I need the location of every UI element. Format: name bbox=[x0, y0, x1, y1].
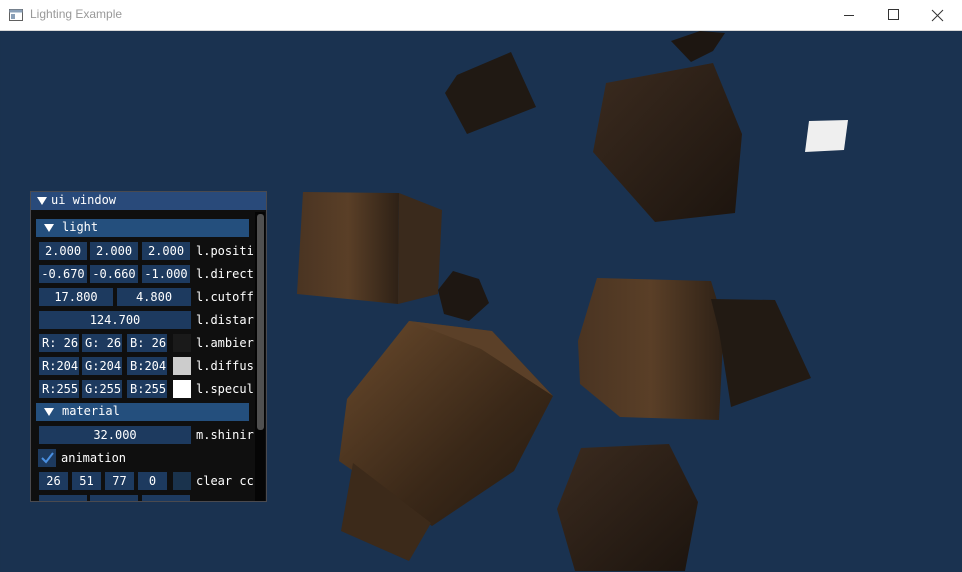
maximize-button[interactable] bbox=[870, 0, 916, 31]
crate-cube bbox=[297, 192, 399, 304]
position-z-input[interactable]: 2.000 bbox=[142, 242, 190, 260]
ambient-r-input[interactable]: R: 26 bbox=[39, 334, 79, 352]
specular-b-input[interactable]: B:255 bbox=[127, 380, 167, 398]
render-viewport[interactable]: ui window light 2.000 2.000 2.000 l.posi… bbox=[1, 31, 961, 571]
scrollbar-thumb[interactable] bbox=[257, 214, 264, 430]
crate-cube bbox=[711, 299, 811, 407]
cutoff-label: l.cutoff bbox=[196, 290, 254, 304]
cutoff-inner-input[interactable]: 17.800 bbox=[39, 288, 113, 306]
collapse-arrow-icon bbox=[44, 224, 54, 232]
minimize-icon bbox=[844, 15, 854, 16]
distance-label: l.distar bbox=[196, 313, 254, 327]
light-header[interactable]: light bbox=[36, 219, 249, 237]
title-bar: Lighting Example bbox=[0, 0, 962, 31]
clear-color-a-input[interactable]: 0 bbox=[138, 472, 167, 490]
app-window-icon bbox=[9, 9, 23, 21]
ambient-b-input[interactable]: B: 26 bbox=[127, 334, 167, 352]
checkmark-icon bbox=[41, 452, 54, 464]
diffuse-b-input[interactable]: B:204 bbox=[127, 357, 167, 375]
ambient-g-input[interactable]: G: 26 bbox=[82, 334, 122, 352]
crate-cube bbox=[445, 52, 536, 134]
ui-window-title: ui window bbox=[51, 193, 117, 207]
crate-cube bbox=[438, 271, 489, 321]
clear-color-swatch[interactable] bbox=[173, 472, 191, 490]
specular-color-swatch[interactable] bbox=[173, 380, 191, 398]
collapse-arrow-icon bbox=[44, 408, 54, 416]
clear-color-r-input[interactable]: 26 bbox=[39, 472, 68, 490]
ui-window[interactable]: ui window light 2.000 2.000 2.000 l.posi… bbox=[30, 191, 267, 502]
ambient-color-swatch[interactable] bbox=[173, 334, 191, 352]
shininess-input[interactable]: 32.000 bbox=[39, 426, 191, 444]
clear-color-b-input[interactable]: 77 bbox=[105, 472, 134, 490]
material-header-label: material bbox=[62, 404, 120, 418]
direction-x-input[interactable]: -0.670 bbox=[39, 265, 87, 283]
crate-cube bbox=[593, 63, 742, 222]
next-row-input[interactable] bbox=[39, 495, 87, 501]
close-button[interactable] bbox=[915, 0, 961, 31]
material-header[interactable]: material bbox=[36, 403, 249, 421]
ambient-label: l.ambier bbox=[196, 336, 254, 350]
position-label: l.positi bbox=[196, 244, 254, 258]
next-row-input[interactable] bbox=[90, 495, 138, 501]
specular-g-input[interactable]: G:255 bbox=[82, 380, 122, 398]
collapse-arrow-icon[interactable] bbox=[37, 197, 47, 205]
diffuse-color-swatch[interactable] bbox=[173, 357, 191, 375]
position-x-input[interactable]: 2.000 bbox=[39, 242, 87, 260]
light-header-label: light bbox=[62, 220, 99, 234]
cutoff-outer-input[interactable]: 4.800 bbox=[117, 288, 191, 306]
specular-r-input[interactable]: R:255 bbox=[39, 380, 79, 398]
distance-input[interactable]: 124.700 bbox=[39, 311, 191, 329]
animation-label: animation bbox=[61, 451, 127, 465]
diffuse-label: l.diffus bbox=[196, 359, 254, 373]
position-y-input[interactable]: 2.000 bbox=[90, 242, 138, 260]
specular-label: l.specul bbox=[196, 382, 254, 396]
close-icon bbox=[931, 9, 944, 22]
crate-cube bbox=[578, 278, 724, 420]
light-source-cube bbox=[805, 120, 848, 152]
minimize-button[interactable] bbox=[826, 0, 872, 31]
next-row-input[interactable] bbox=[142, 495, 190, 501]
crate-cube bbox=[557, 444, 698, 571]
ui-window-titlebar[interactable]: ui window bbox=[31, 192, 266, 210]
crate-cube bbox=[398, 193, 442, 304]
diffuse-g-input[interactable]: G:204 bbox=[82, 357, 122, 375]
diffuse-r-input[interactable]: R:204 bbox=[39, 357, 79, 375]
direction-z-input[interactable]: -1.000 bbox=[142, 265, 190, 283]
window-title: Lighting Example bbox=[30, 7, 123, 21]
clear-color-g-input[interactable]: 51 bbox=[72, 472, 101, 490]
maximize-icon bbox=[888, 9, 899, 20]
animation-checkbox[interactable] bbox=[38, 449, 56, 467]
direction-y-input[interactable]: -0.660 bbox=[90, 265, 138, 283]
direction-label: l.direct bbox=[196, 267, 254, 281]
shininess-label: m.shinir bbox=[196, 428, 254, 442]
clear-color-label: clear cc bbox=[196, 474, 254, 488]
crate-cube bbox=[671, 31, 725, 62]
